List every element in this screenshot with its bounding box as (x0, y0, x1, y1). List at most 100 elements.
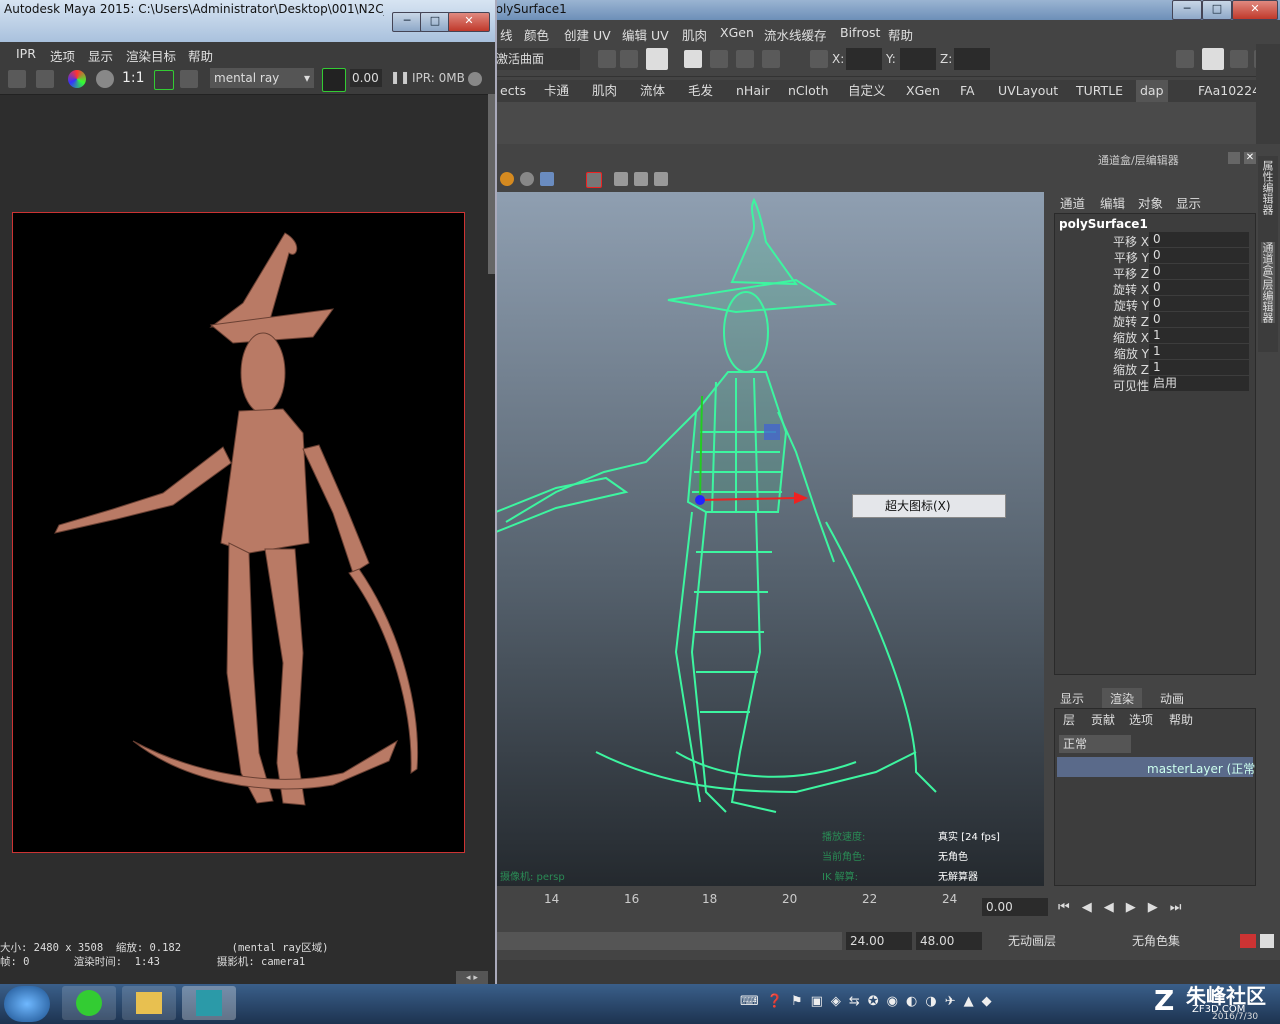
shelf-tab-ncloth[interactable]: nCloth (784, 80, 833, 102)
menu-xgen[interactable]: XGen (720, 25, 754, 40)
key-icon[interactable] (1240, 934, 1256, 948)
time-slider[interactable]: 14 16 18 20 22 24 0.00 ⏮◀◀▶▶⏭ (496, 888, 1280, 924)
taskbar-maya[interactable] (182, 986, 236, 1020)
keep-image-icon[interactable] (180, 70, 198, 88)
shelf-tab-uvlayout[interactable]: UVLayout (994, 80, 1062, 102)
attr-rotate-y[interactable]: 旋转 Y0 (1055, 296, 1255, 313)
shelf-tab-turtle[interactable]: TURTLE (1072, 80, 1127, 102)
attr-value[interactable]: 0 (1149, 296, 1249, 311)
attr-value[interactable]: 0 (1149, 248, 1249, 263)
channel-menu-edit[interactable]: 编辑 (1100, 193, 1125, 212)
modeling-toolkit-icon[interactable] (1176, 50, 1194, 68)
menu-bifrost[interactable]: Bifrost (840, 25, 880, 40)
z-field[interactable] (954, 48, 990, 70)
attr-scale-x[interactable]: 缩放 X1 (1055, 328, 1255, 345)
shelf-tab-nhair[interactable]: nHair (732, 80, 774, 102)
rv-close-button[interactable]: ✕ (448, 12, 490, 32)
ipr-icon[interactable] (710, 50, 728, 68)
panel-close-icon[interactable]: ✕ (1244, 152, 1256, 164)
shelf-tab-fluids[interactable]: 流体 (636, 80, 669, 102)
render-frame-icon[interactable] (684, 50, 702, 68)
share-icon[interactable] (654, 172, 668, 186)
shelf-tab-toon[interactable]: 卡通 (540, 80, 573, 102)
v-scrollbar[interactable] (488, 94, 495, 274)
hypershade-icon[interactable] (762, 50, 780, 68)
attr-value[interactable]: 0 (1149, 232, 1249, 247)
region-icon[interactable] (154, 70, 174, 90)
isolate-icon[interactable] (614, 172, 628, 186)
snap-alt-icon[interactable] (620, 50, 638, 68)
alpha-channel-icon[interactable] (96, 70, 114, 88)
shelf-tab-custom[interactable]: 自定义 (844, 80, 890, 102)
layer-menu-options[interactable]: 选项 (1129, 711, 1153, 728)
ratio-label[interactable]: 1:1 (122, 70, 145, 86)
tool-settings-icon[interactable] (1230, 50, 1248, 68)
char-set-select[interactable]: 无角色集 (1132, 932, 1232, 950)
rv-menu-ipr[interactable]: IPR (16, 46, 36, 61)
shelf-tab-muscle[interactable]: 肌肉 (588, 80, 621, 102)
menu-help[interactable]: 帮助 (888, 25, 913, 44)
range-bar[interactable] (496, 932, 842, 950)
snap-icon[interactable] (598, 50, 616, 68)
rgb-channel-icon[interactable] (68, 70, 86, 88)
close-button[interactable]: ✕ (1232, 0, 1278, 20)
object-name[interactable]: polySurface1 (1059, 217, 1148, 231)
xray-icon[interactable] (586, 172, 602, 188)
exposure-field[interactable]: 0.00 (350, 69, 382, 87)
shelf-tab-faa10224[interactable]: FAa10224 (1194, 80, 1264, 102)
anim-layer-select[interactable]: 无动画层 (1008, 932, 1108, 950)
menu-edit-uv[interactable]: 编辑 UV (622, 25, 669, 44)
system-tray-icons[interactable]: ⌨❓⚑▣◈⇆✪◉◐◑✈▲◆ (740, 994, 1120, 1014)
menu-curve[interactable]: 线 (500, 25, 513, 44)
maximize-button[interactable]: □ (1202, 0, 1232, 20)
attr-value[interactable]: 0 (1149, 312, 1249, 327)
x-field[interactable] (846, 48, 882, 70)
transform-icon[interactable] (810, 50, 828, 68)
texture-icon[interactable] (540, 172, 554, 186)
shelf-scroll[interactable] (1256, 44, 1280, 144)
shelf-tab-xgen[interactable]: XGen (902, 80, 944, 102)
attribute-editor-icon[interactable] (1202, 48, 1224, 70)
menu-pipeline-cache[interactable]: 流水线缓存 (764, 25, 827, 44)
layer-mode-select[interactable]: 正常 (1059, 735, 1131, 753)
attr-value[interactable]: 1 (1149, 344, 1249, 359)
shading-icon[interactable] (520, 172, 534, 186)
layer-menu-contrib[interactable]: 贡献 (1091, 711, 1115, 728)
float-icon[interactable] (1228, 152, 1240, 164)
layer-tab-render[interactable]: 渲染 (1102, 688, 1143, 709)
y-field[interactable] (900, 48, 936, 70)
rv-maximize-button[interactable]: □ (420, 12, 450, 32)
attr-value[interactable]: 启用 (1149, 376, 1249, 391)
attr-translate-y[interactable]: 平移 Y0 (1055, 248, 1255, 265)
master-layer-row[interactable]: masterLayer (正常 (1057, 757, 1255, 777)
menu-muscle[interactable]: 肌肉 (682, 25, 707, 44)
attr-scale-y[interactable]: 缩放 Y1 (1055, 344, 1255, 361)
shelf-tab-effects[interactable]: ects (496, 80, 530, 102)
start-button[interactable] (4, 986, 50, 1022)
attr-rotate-z[interactable]: 旋转 Z0 (1055, 312, 1255, 329)
attr-value[interactable]: 1 (1149, 328, 1249, 343)
attr-translate-z[interactable]: 平移 Z0 (1055, 264, 1255, 281)
menu-create-uv[interactable]: 创建 UV (564, 25, 611, 44)
range-max-field[interactable]: 48.00 (916, 932, 982, 950)
channel-menu-object[interactable]: 对象 (1138, 193, 1163, 212)
rv-menu-options[interactable]: 选项 (50, 46, 75, 65)
frame-icon[interactable] (634, 172, 648, 186)
menu-color[interactable]: 颜色 (524, 25, 549, 44)
shelf-tab-fa[interactable]: FA (956, 80, 979, 102)
renderer-select[interactable]: mental ray ▾ (210, 68, 314, 88)
rv-minimize-button[interactable]: ─ (392, 12, 422, 32)
h-scroll-arrows[interactable]: ◂ ▸ (456, 971, 488, 985)
layer-tab-display[interactable]: 显示 (1060, 690, 1084, 707)
layer-tab-anim[interactable]: 动画 (1160, 690, 1184, 707)
perspective-viewport[interactable]: 摄像机: persp 播放速度: 真实 [24 fps] 当前角色: 无角色 I… (496, 192, 1044, 886)
clipboard-icon[interactable] (646, 48, 668, 70)
channel-menu-show[interactable]: 显示 (1176, 193, 1201, 212)
aperture-icon[interactable] (322, 68, 346, 92)
prefs-icon[interactable] (1260, 934, 1274, 948)
rv-menu-display[interactable]: 显示 (88, 46, 113, 65)
playback-controls[interactable]: ⏮◀◀▶▶⏭ (1058, 900, 1268, 916)
attr-rotate-x[interactable]: 旋转 X0 (1055, 280, 1255, 297)
shelf-tab-dap[interactable]: dap (1136, 80, 1168, 102)
render-settings-icon[interactable] (736, 50, 754, 68)
